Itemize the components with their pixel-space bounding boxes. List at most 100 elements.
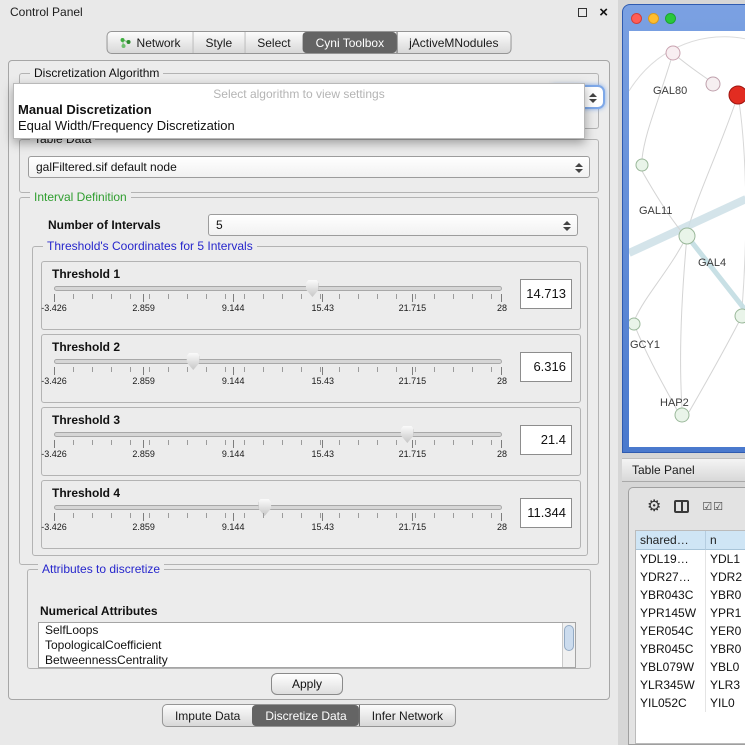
table-row[interactable]: YBR043C YBR0 [636, 586, 745, 604]
slider-ticks [54, 513, 502, 521]
tab-discretize-data[interactable]: Discretize Data [252, 705, 358, 726]
thresholds-group-title: Threshold's Coordinates for 5 Intervals [43, 239, 257, 253]
network-node[interactable] [675, 408, 689, 422]
tab-infer-network[interactable]: Infer Network [359, 705, 455, 726]
select-columns-icon[interactable]: ☑☑ [702, 500, 724, 513]
table-row[interactable]: YPR145W YPR1 [636, 604, 745, 622]
close-icon[interactable]: × [599, 5, 608, 20]
desktop: Control Panel × Network Style Select Cyn… [0, 0, 745, 745]
threshold-2-slider[interactable]: -3.426 2.859 9.144 15.43 21.715 28 [54, 359, 502, 387]
control-panel-window: Control Panel × Network Style Select Cyn… [0, 0, 618, 745]
slider-ticks [54, 294, 502, 302]
number-of-intervals-combobox[interactable]: 5 [208, 214, 578, 236]
column-header-name[interactable]: n [706, 531, 745, 550]
minimize-traffic-light-icon[interactable] [648, 13, 659, 24]
tab-style[interactable]: Style [193, 32, 245, 53]
table-row[interactable]: YLR345W YLR3 [636, 676, 745, 694]
apply-button[interactable]: Apply [271, 673, 343, 695]
gear-icon[interactable]: ⚙ [647, 496, 661, 516]
threshold-3-value-field[interactable]: 21.4 [520, 425, 572, 455]
slider-track[interactable] [54, 286, 502, 291]
dropdown-option-manual-discretization[interactable]: Manual Discretization [14, 102, 584, 118]
tab-jactivemnodules[interactable]: jActiveMNodules [396, 32, 510, 53]
attributes-group: Attributes to discretize Numerical Attri… [27, 569, 591, 669]
interval-definition-group-title: Interval Definition [30, 190, 131, 204]
node-table: shared… n YDL19… YDL1 YDR27… YDR2 YBR043… [635, 530, 745, 744]
close-traffic-light-icon[interactable] [631, 13, 642, 24]
control-panel-titlebar: Control Panel × [0, 0, 618, 24]
scrollbar-thumb[interactable] [564, 625, 574, 651]
slider-scale-labels: -3.426 2.859 9.144 15.43 21.715 28 [54, 303, 502, 314]
threshold-4-panel: Threshold 4 -3.426 2.859 9.144 [41, 480, 581, 549]
tab-select[interactable]: Select [244, 32, 302, 53]
network-node[interactable] [666, 46, 680, 60]
threshold-4-label: Threshold 4 [52, 486, 120, 500]
network-node[interactable] [636, 159, 648, 171]
slider-track[interactable] [54, 359, 502, 364]
table-data-group: Table Data galFiltered.sif default node [19, 139, 599, 193]
interval-definition-group: Interval Definition Number of Intervals … [19, 197, 599, 565]
table-data-combobox[interactable]: galFiltered.sif default node [28, 156, 590, 178]
table-row[interactable]: YIL052C YIL0 [636, 694, 745, 712]
columns-icon[interactable] [674, 500, 689, 513]
threshold-3-panel: Threshold 3 -3.426 2.859 9.144 [41, 407, 581, 476]
table-panel-window: ⚙ ☑☑ shared… n YDL19… YDL1 YDR27… YDR2 Y… [628, 487, 745, 745]
number-of-intervals-label: Number of Intervals [48, 218, 161, 232]
table-row[interactable]: YBL079W YBL0 [636, 658, 745, 676]
thresholds-group: Threshold's Coordinates for 5 Intervals … [32, 246, 588, 556]
list-scrollbar[interactable] [562, 623, 575, 667]
numerical-attributes-list[interactable]: SelfLoops TopologicalCoefficient Between… [38, 622, 576, 668]
network-node[interactable] [629, 318, 640, 330]
slider-ticks [54, 367, 502, 375]
network-node-selected[interactable] [729, 86, 745, 104]
slider-ticks [54, 440, 502, 448]
node-label: HAP2 [660, 397, 689, 409]
cyni-toolbox-panel: Discretization Algorithm Select algorith… [8, 60, 610, 700]
threshold-2-value-field[interactable]: 6.316 [520, 352, 572, 382]
list-item[interactable]: TopologicalCoefficient [39, 638, 575, 653]
network-node[interactable] [706, 77, 720, 91]
node-label: GAL4 [698, 257, 726, 269]
cyni-bottom-tabbar: Impute Data Discretize Data Infer Networ… [162, 704, 456, 727]
combo-stepper-icon [562, 218, 572, 234]
threshold-3-label: Threshold 3 [52, 413, 120, 427]
discretization-algorithm-group-title: Discretization Algorithm [30, 66, 163, 80]
table-row[interactable]: YER054C YER0 [636, 622, 745, 640]
threshold-1-value-field[interactable]: 14.713 [520, 279, 572, 309]
table-row[interactable]: YBR045C YBR0 [636, 640, 745, 658]
threshold-4-slider[interactable]: -3.426 2.859 9.144 15.43 21.715 28 [54, 505, 502, 533]
window-controls [631, 13, 676, 24]
zoom-traffic-light-icon[interactable] [665, 13, 676, 24]
list-item[interactable]: BetweennessCentrality [39, 653, 575, 668]
network-node[interactable] [735, 309, 745, 323]
node-label: GCY1 [630, 339, 660, 351]
threshold-1-slider[interactable]: -3.426 2.859 9.144 15.43 21.715 28 [54, 286, 502, 314]
dropdown-placeholder: Select algorithm to view settings [14, 86, 584, 102]
tab-network[interactable]: Network [108, 32, 193, 53]
algorithm-dropdown-popup: Select algorithm to view settings Manual… [13, 83, 585, 139]
slider-scale-labels: -3.426 2.859 9.144 15.43 21.715 28 [54, 522, 502, 533]
threshold-3-slider[interactable]: -3.426 2.859 9.144 15.43 21.715 28 [54, 432, 502, 460]
threshold-1-label: Threshold 1 [52, 267, 120, 281]
network-view-window: GAL80 GAL11 GAL4 GCY1 HAP2 [622, 4, 745, 453]
column-header-shared-name[interactable]: shared… [636, 531, 706, 550]
table-panel-titlebar[interactable]: Table Panel [622, 458, 745, 482]
threshold-2-panel: Threshold 2 -3.426 2.859 9.144 [41, 334, 581, 403]
node-label: GAL11 [639, 205, 672, 217]
table-toolbar: ⚙ ☑☑ [629, 488, 745, 524]
table-row[interactable]: YDR27… YDR2 [636, 568, 745, 586]
threshold-4-value-field[interactable]: 11.344 [520, 498, 572, 528]
list-item[interactable]: SelfLoops [39, 623, 575, 638]
tab-cyni-toolbox[interactable]: Cyni Toolbox [303, 32, 396, 53]
combo-stepper-icon [574, 160, 584, 176]
network-canvas[interactable]: GAL80 GAL11 GAL4 GCY1 HAP2 [629, 31, 745, 447]
network-node[interactable] [679, 228, 695, 244]
dropdown-option-equal-width-frequency[interactable]: Equal Width/Frequency Discretization [14, 118, 584, 134]
slider-track[interactable] [54, 432, 502, 437]
tab-impute-data[interactable]: Impute Data [163, 705, 252, 726]
table-header-row: shared… n [636, 531, 745, 550]
slider-track[interactable] [54, 505, 502, 510]
float-window-icon[interactable] [578, 8, 587, 17]
table-row[interactable]: YDL19… YDL1 [636, 550, 745, 568]
table-data-selected-value: galFiltered.sif default node [36, 160, 177, 174]
